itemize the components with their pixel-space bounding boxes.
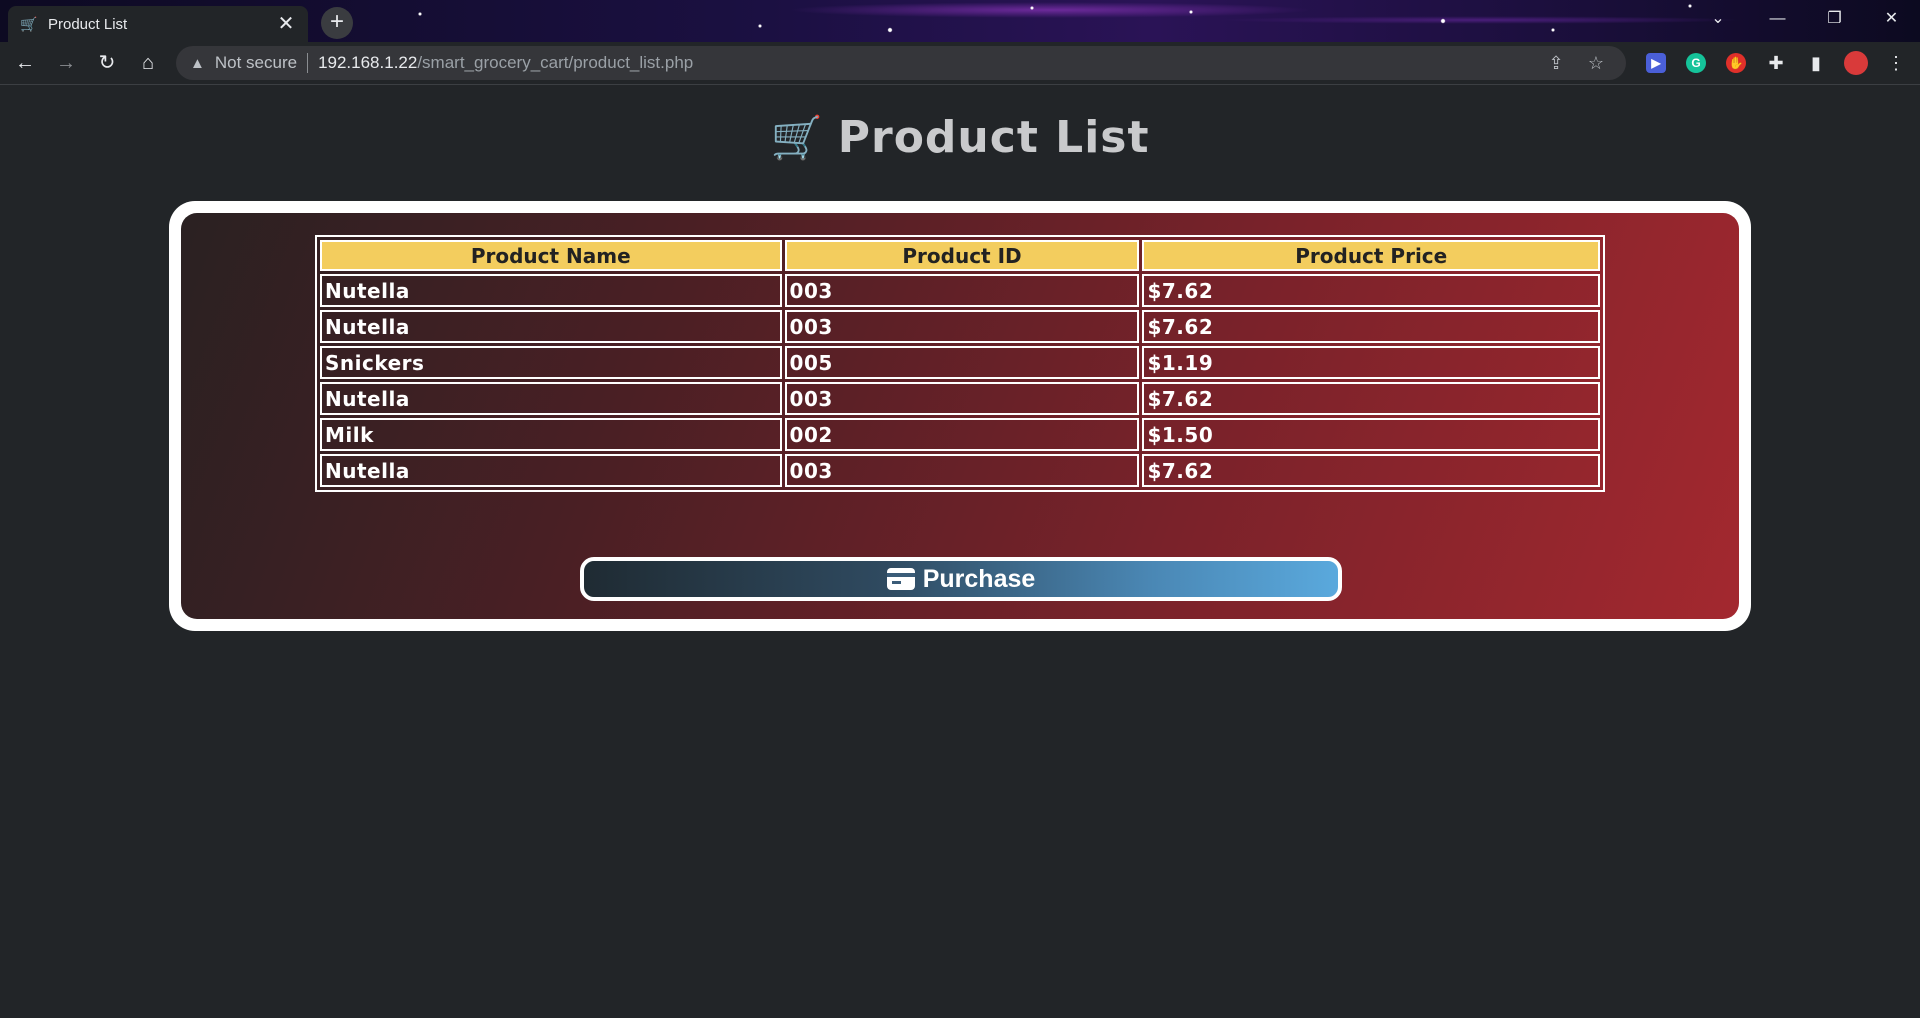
header-product-id: Product ID	[784, 240, 1140, 271]
cell-product-price: $7.62	[1142, 382, 1600, 415]
tab-title: Product List	[48, 15, 128, 33]
profile-avatar[interactable]	[1836, 47, 1876, 79]
browser-toolbar: ← → ↻ ⌂ ▲ Not secure 192.168.1.22 /smart…	[0, 42, 1920, 85]
product-card: Product Name Product ID Product Price Nu…	[169, 201, 1751, 631]
page-title-text: Product List	[837, 112, 1150, 163]
browser-menu-icon[interactable]: ⋮	[1876, 47, 1916, 79]
address-divider	[307, 53, 309, 73]
header-product-price: Product Price	[1142, 240, 1600, 271]
table-row: Nutella 003 $7.62	[320, 454, 1600, 487]
close-window-button[interactable]: ✕	[1863, 0, 1920, 38]
grocery-cart-favicon-icon: 🛒	[20, 16, 38, 32]
browser-tab[interactable]: 🛒 Product List ✕	[8, 6, 308, 42]
restore-button[interactable]: ❐	[1806, 0, 1863, 38]
cell-product-id: 003	[784, 382, 1140, 415]
share-icon[interactable]: ⇪	[1536, 53, 1576, 74]
cell-product-price: $7.62	[1142, 274, 1600, 307]
cell-product-id: 003	[784, 454, 1140, 487]
header-product-name: Product Name	[320, 240, 782, 271]
table-row: Nutella 003 $7.62	[320, 274, 1600, 307]
product-table: Product Name Product ID Product Price Nu…	[315, 235, 1605, 492]
cell-product-price: $7.62	[1142, 310, 1600, 343]
cell-product-name: Nutella	[320, 454, 782, 487]
cell-product-id: 003	[784, 310, 1140, 343]
cell-product-id: 005	[784, 346, 1140, 379]
shopping-cart-icon: 🛒	[770, 113, 824, 162]
minimize-button[interactable]: —	[1749, 0, 1806, 38]
purchase-button-label: Purchase	[922, 565, 1036, 593]
extensions-area: ▶ G ✋ ✚ ▮ ⋮	[1636, 47, 1916, 79]
cell-product-name: Nutella	[320, 274, 782, 307]
extensions-puzzle-icon[interactable]: ✚	[1756, 47, 1796, 79]
table-row: Nutella 003 $7.62	[320, 310, 1600, 343]
url-path: /smart_grocery_cart/product_list.php	[417, 53, 694, 72]
page-title: 🛒 Product List	[0, 112, 1920, 163]
cell-product-price: $1.50	[1142, 418, 1600, 451]
tab-search-button[interactable]: ⌄	[1687, 0, 1749, 38]
url-host: 192.168.1.22	[318, 53, 418, 72]
table-row: Nutella 003 $7.62	[320, 382, 1600, 415]
cell-product-name: Nutella	[320, 382, 782, 415]
cell-product-name: Snickers	[320, 346, 782, 379]
grammarly-extension-icon[interactable]: G	[1676, 47, 1716, 79]
new-tab-button[interactable]: +	[321, 7, 353, 39]
purchase-button[interactable]: Purchase	[580, 557, 1342, 601]
forward-button[interactable]: →	[50, 47, 82, 79]
cell-product-price: $1.19	[1142, 346, 1600, 379]
address-bar-actions: ⇪ ☆	[1536, 46, 1616, 80]
product-card-inner: Product Name Product ID Product Price Nu…	[181, 213, 1739, 619]
not-secure-label[interactable]: Not secure	[215, 53, 297, 73]
credit-card-icon	[886, 568, 915, 590]
table-header-row: Product Name Product ID Product Price	[320, 240, 1600, 271]
table-row: Snickers 005 $1.19	[320, 346, 1600, 379]
cell-product-id: 003	[784, 274, 1140, 307]
cell-product-id: 002	[784, 418, 1140, 451]
side-panel-icon[interactable]: ▮	[1796, 47, 1836, 79]
extension-hexagon-icon[interactable]: ▶	[1636, 47, 1676, 79]
window-controls: ⌄ — ❐ ✕	[1687, 0, 1920, 38]
reload-button[interactable]: ↻	[91, 47, 123, 79]
bookmark-star-icon[interactable]: ☆	[1576, 53, 1616, 74]
blocker-extension-icon[interactable]: ✋	[1716, 47, 1756, 79]
tab-close-icon[interactable]: ✕	[276, 14, 296, 34]
cell-product-name: Milk	[320, 418, 782, 451]
address-bar[interactable]: ▲ Not secure 192.168.1.22 /smart_grocery…	[176, 46, 1626, 80]
table-row: Milk 002 $1.50	[320, 418, 1600, 451]
back-button[interactable]: ←	[9, 47, 41, 79]
home-button[interactable]: ⌂	[132, 47, 164, 79]
browser-tab-bar: 🛒 Product List ✕ + ⌄ — ❐ ✕	[0, 0, 1920, 42]
warning-icon: ▲	[190, 54, 205, 72]
cell-product-name: Nutella	[320, 310, 782, 343]
cell-product-price: $7.62	[1142, 454, 1600, 487]
